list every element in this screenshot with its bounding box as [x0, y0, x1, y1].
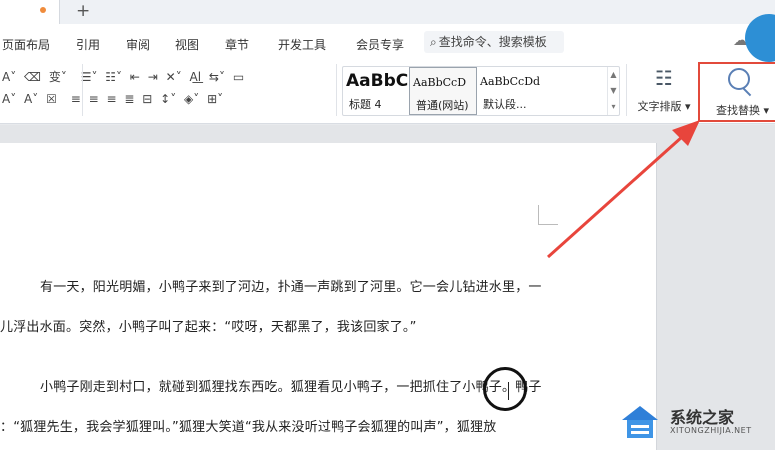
more-icon: ▾ [611, 102, 616, 111]
style-heading-4[interactable]: AaBbC 标题 4 [343, 67, 409, 115]
document-page[interactable]: 有一天，阳光明媚，小鸭子来到了河边，扑通一声跳到了河里。它一会儿钻进水里，一 儿… [0, 143, 657, 450]
align-center-button[interactable]: ≡ [89, 92, 99, 106]
menu-view[interactable]: 视图 [175, 36, 199, 53]
style-caption: 标题 4 [349, 98, 382, 111]
style-caption: 普通(网站) [416, 99, 469, 112]
menu-bar: 页面布局 引用 审阅 视图 章节 开发工具 会员专享 ⌕ 查找命令、搜索模板 [0, 24, 775, 58]
style-sample: AaBbC [346, 71, 409, 91]
pinyin-button[interactable]: 变˅ [49, 68, 67, 85]
click-indicator [483, 367, 527, 411]
menu-references[interactable]: 引用 [76, 36, 100, 53]
char-border-button[interactable]: ☒ [46, 92, 57, 106]
document-tab[interactable] [0, 0, 60, 24]
find-replace-label: 查找替换 ▾ [716, 104, 770, 117]
text-direction-button[interactable]: ⇆˅ [209, 70, 225, 84]
ribbon-divider [336, 64, 337, 116]
sort-button[interactable]: A͟l [190, 70, 202, 84]
menu-page-layout[interactable]: 页面布局 [2, 36, 50, 53]
distributed-button[interactable]: ⊟ [142, 92, 152, 106]
house-logo-icon [622, 406, 658, 438]
margin-corner-mark [538, 205, 558, 225]
styles-gallery: AaBbC 标题 4 AaBbCcD 普通(网站) AaBbCcDd 默认段..… [342, 66, 620, 116]
command-search-box[interactable]: ⌕ 查找命令、搜索模板 [424, 31, 564, 53]
font-tools-row-2: A˅ A˅ ☒ ≡ ≡ ≡ ≣ ⊟ ↕˅ ◈˅ ⊞˅ [2, 92, 227, 106]
text-layout-icon: ☷ [655, 66, 673, 90]
menu-review[interactable]: 审阅 [126, 36, 150, 53]
clear-format-button[interactable]: ⌫ [24, 70, 41, 84]
style-normal-web[interactable]: AaBbCcD 普通(网站) [409, 67, 477, 115]
paragraph-line[interactable]: 有一天，阳光明媚，小鸭子来到了河边，扑通一声跳到了河里。它一会儿钻进水里，一 [40, 276, 542, 295]
find-replace-button[interactable]: 查找替换 ▾ [698, 62, 775, 122]
align-right-button[interactable]: ≡ [106, 92, 116, 106]
watermark-title: 系统之家 [670, 408, 735, 427]
decrease-indent-button[interactable]: ⇤ [130, 70, 140, 84]
style-caption: 默认段... [483, 98, 527, 111]
ribbon-divider [82, 64, 83, 116]
align-left-button[interactable]: ≡ [71, 92, 81, 106]
highlight-button[interactable]: A˅ [2, 92, 16, 106]
font-color-button[interactable]: A˅ [24, 92, 38, 106]
search-label: 查找命令、搜索模板 [438, 35, 547, 49]
menu-chapter[interactable]: 章节 [225, 36, 249, 53]
bullet-list-button[interactable]: ☰˅ [81, 70, 98, 84]
text-layout-button[interactable]: ☷ 文字排版 ▾ [634, 64, 694, 120]
border-button[interactable]: ▭ [233, 70, 244, 84]
shading-button[interactable]: ◈˅ [184, 92, 199, 106]
paragraph-line[interactable]: ：“狐狸先生，我会学狐狸叫。”狐狸大笑道“我从来没听过鸭子会狐狸的叫声”，狐狸放 [0, 416, 496, 435]
font-tools-row-1: A˅ ⌫ 变˅ ☰˅ ☷˅ ⇤ ⇥ ✕˅ A͟l ⇆˅ ▭ [2, 68, 248, 85]
chevron-up-icon: ▲ [610, 70, 617, 79]
text-layout-label: 文字排版 ▾ [637, 100, 691, 113]
watermark: 系统之家 XITONGZHIJIA.NET [614, 398, 775, 450]
menu-developer-tools[interactable]: 开发工具 [278, 36, 326, 53]
paragraph-line[interactable]: 儿浮出水面。突然，小鸭子叫了起来：“哎呀，天都黑了，我该回家了。” [0, 316, 417, 335]
search-icon [728, 68, 750, 90]
watermark-subtitle: XITONGZHIJIA.NET [670, 426, 752, 435]
style-sample: AaBbCcDd [480, 75, 541, 88]
numbered-list-button[interactable]: ☷˅ [105, 70, 122, 84]
chevron-down-icon: ▼ [610, 86, 617, 95]
paragraph-line[interactable]: 小鸭子刚走到村口，就碰到狐狸找东西吃。狐狸看见小鸭子，一把抓住了小鸭子。鸭子 [40, 376, 542, 395]
chinese-layout-button[interactable]: ✕˅ [166, 70, 182, 84]
menu-member[interactable]: 会员专享 [356, 36, 404, 53]
justify-button[interactable]: ≣ [124, 92, 134, 106]
font-size-grow-button[interactable]: A˅ [2, 70, 16, 84]
gallery-scroll[interactable]: ▲ ▼ ▾ [607, 67, 619, 115]
borders-button[interactable]: ⊞˅ [207, 92, 223, 106]
ribbon: A˅ ⌫ 变˅ ☰˅ ☷˅ ⇤ ⇥ ✕˅ A͟l ⇆˅ ▭ A˅ A˅ ☒ ≡ … [0, 58, 775, 124]
increase-indent-button[interactable]: ⇥ [148, 70, 158, 84]
new-tab-button[interactable]: + [76, 1, 90, 21]
magnifier-icon: ⌕ [430, 35, 437, 49]
style-default-paragraph[interactable]: AaBbCcDd 默认段... [477, 67, 605, 115]
search-icon-handle [742, 87, 752, 97]
text-cursor-icon [508, 382, 509, 400]
line-spacing-button[interactable]: ↕˅ [160, 92, 176, 106]
unsaved-dot-icon [40, 7, 46, 13]
tab-strip: + [0, 0, 775, 24]
ribbon-divider [626, 64, 627, 116]
style-sample: AaBbCcD [413, 76, 467, 89]
